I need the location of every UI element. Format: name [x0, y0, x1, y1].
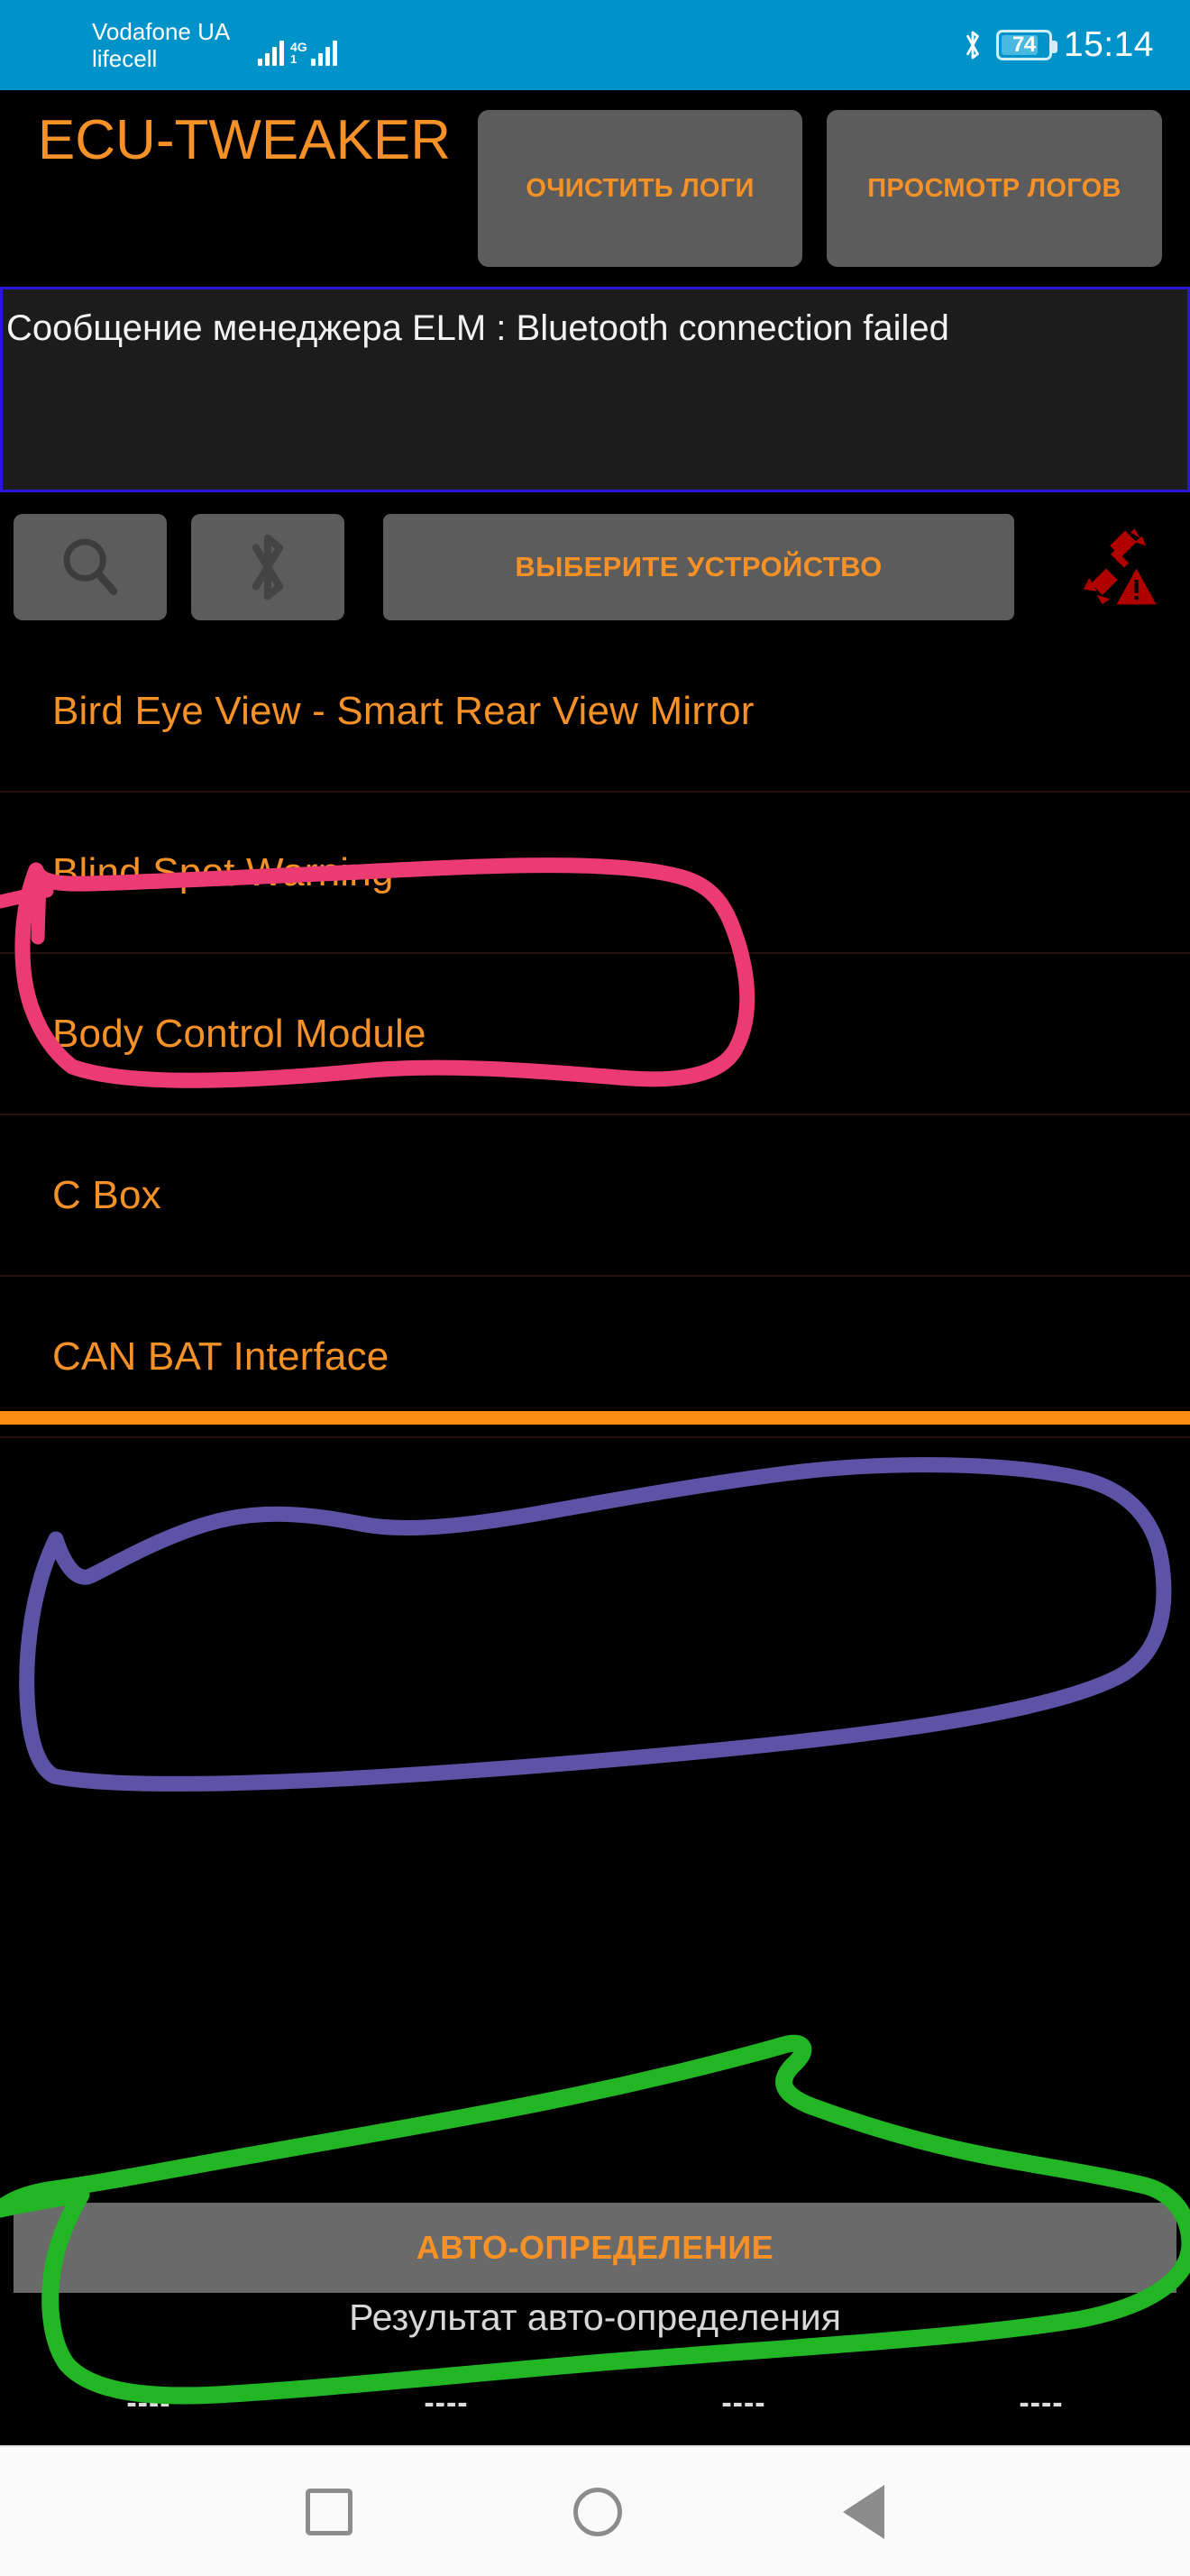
battery-percent-label: 74: [1012, 32, 1036, 57]
app-title: ECU-TWEAKER: [37, 109, 452, 171]
triangle-back-icon[interactable]: [843, 2484, 884, 2539]
search-button[interactable]: [14, 514, 167, 620]
carrier-line-1: Vodafone UA: [92, 18, 231, 45]
ecu-list-item-0[interactable]: Bird Eye View - Smart Rear View Mirror: [0, 631, 1190, 793]
clear-logs-button[interactable]: ОЧИСТИТЬ ЛОГИ: [478, 110, 802, 267]
android-nav-bar: [0, 2445, 1190, 2576]
ecu-list-item-3[interactable]: C Box: [0, 1115, 1190, 1277]
phone-screen: Vodafone UA lifecell 4G 1 74 15:14 ECU-T…: [0, 0, 1190, 2576]
result-value-2: ----: [721, 2386, 766, 2420]
bluetooth-icon: [252, 534, 284, 600]
ecu-list: Bird Eye View - Smart Rear View Mirror B…: [0, 631, 1190, 1438]
auto-detect-button[interactable]: АВТО-ОПРЕДЕЛЕНИЕ: [14, 2203, 1176, 2293]
ecu-list-item-label: Blind Spot Warning: [52, 849, 394, 894]
purple-highlight-empty-area: [19, 1457, 1172, 1792]
log-output-panel[interactable]: failed Сообщение менеджера ELM : Bluetoo…: [0, 287, 1190, 492]
ecu-list-item-label: CAN BAT Interface: [52, 1334, 389, 1379]
signal-strength-sim1-icon: [258, 39, 284, 66]
status-bar: Vodafone UA lifecell 4G 1 74 15:14: [0, 0, 1190, 90]
battery-indicator: 74: [995, 30, 1057, 60]
search-icon: [63, 538, 118, 595]
app-header: ECU-TWEAKER ОЧИСТИТЬ ЛОГИ ПРОСМОТР ЛОГОВ: [0, 90, 1190, 287]
ecu-list-item-label: Body Control Module: [52, 1011, 426, 1056]
carrier-line-2: lifecell: [92, 45, 158, 72]
select-device-button[interactable]: ВЫБЕРИТЕ УСТРОЙСТВО: [383, 514, 1014, 620]
signal-strength-sim2-icon: 4G 1: [290, 39, 337, 66]
ecu-list-item-label: C Box: [52, 1172, 161, 1217]
disconnected-warning-icon: [1083, 528, 1157, 605]
result-value-3: ----: [1019, 2386, 1064, 2420]
ecu-list-item-label: Bird Eye View - Smart Rear View Mirror: [52, 688, 755, 733]
auto-detect-result-values: ---- ---- ---- ----: [0, 2386, 1190, 2421]
network-type-label: 4G 1: [290, 40, 307, 66]
carrier-label: Vodafone UA lifecell: [92, 18, 245, 72]
result-value-0: ----: [126, 2386, 171, 2420]
circle-home-icon[interactable]: [573, 2487, 622, 2536]
bluetooth-icon: [966, 31, 979, 60]
auto-detect-result-caption: Результат авто-определения: [349, 2296, 841, 2338]
section-separator: [0, 1411, 1190, 1425]
ecu-list-item-2[interactable]: Body Control Module: [0, 954, 1190, 1115]
status-bar-right: 74 15:14: [961, 0, 1154, 90]
ecu-list-item-1[interactable]: Blind Spot Warning: [0, 793, 1190, 954]
square-recents-icon[interactable]: [306, 2488, 352, 2535]
view-logs-button[interactable]: ПРОСМОТР ЛОГОВ: [827, 110, 1162, 267]
result-value-1: ----: [424, 2386, 469, 2420]
signal-indicators: 4G 1: [258, 24, 337, 66]
bluetooth-button[interactable]: [191, 514, 344, 620]
device-toolbar: ВЫБЕРИТЕ УСТРОЙСТВО: [0, 505, 1190, 631]
log-output-text: failed Сообщение менеджера ELM : Bluetoo…: [6, 289, 949, 348]
clock-label: 15:14: [1063, 25, 1154, 64]
